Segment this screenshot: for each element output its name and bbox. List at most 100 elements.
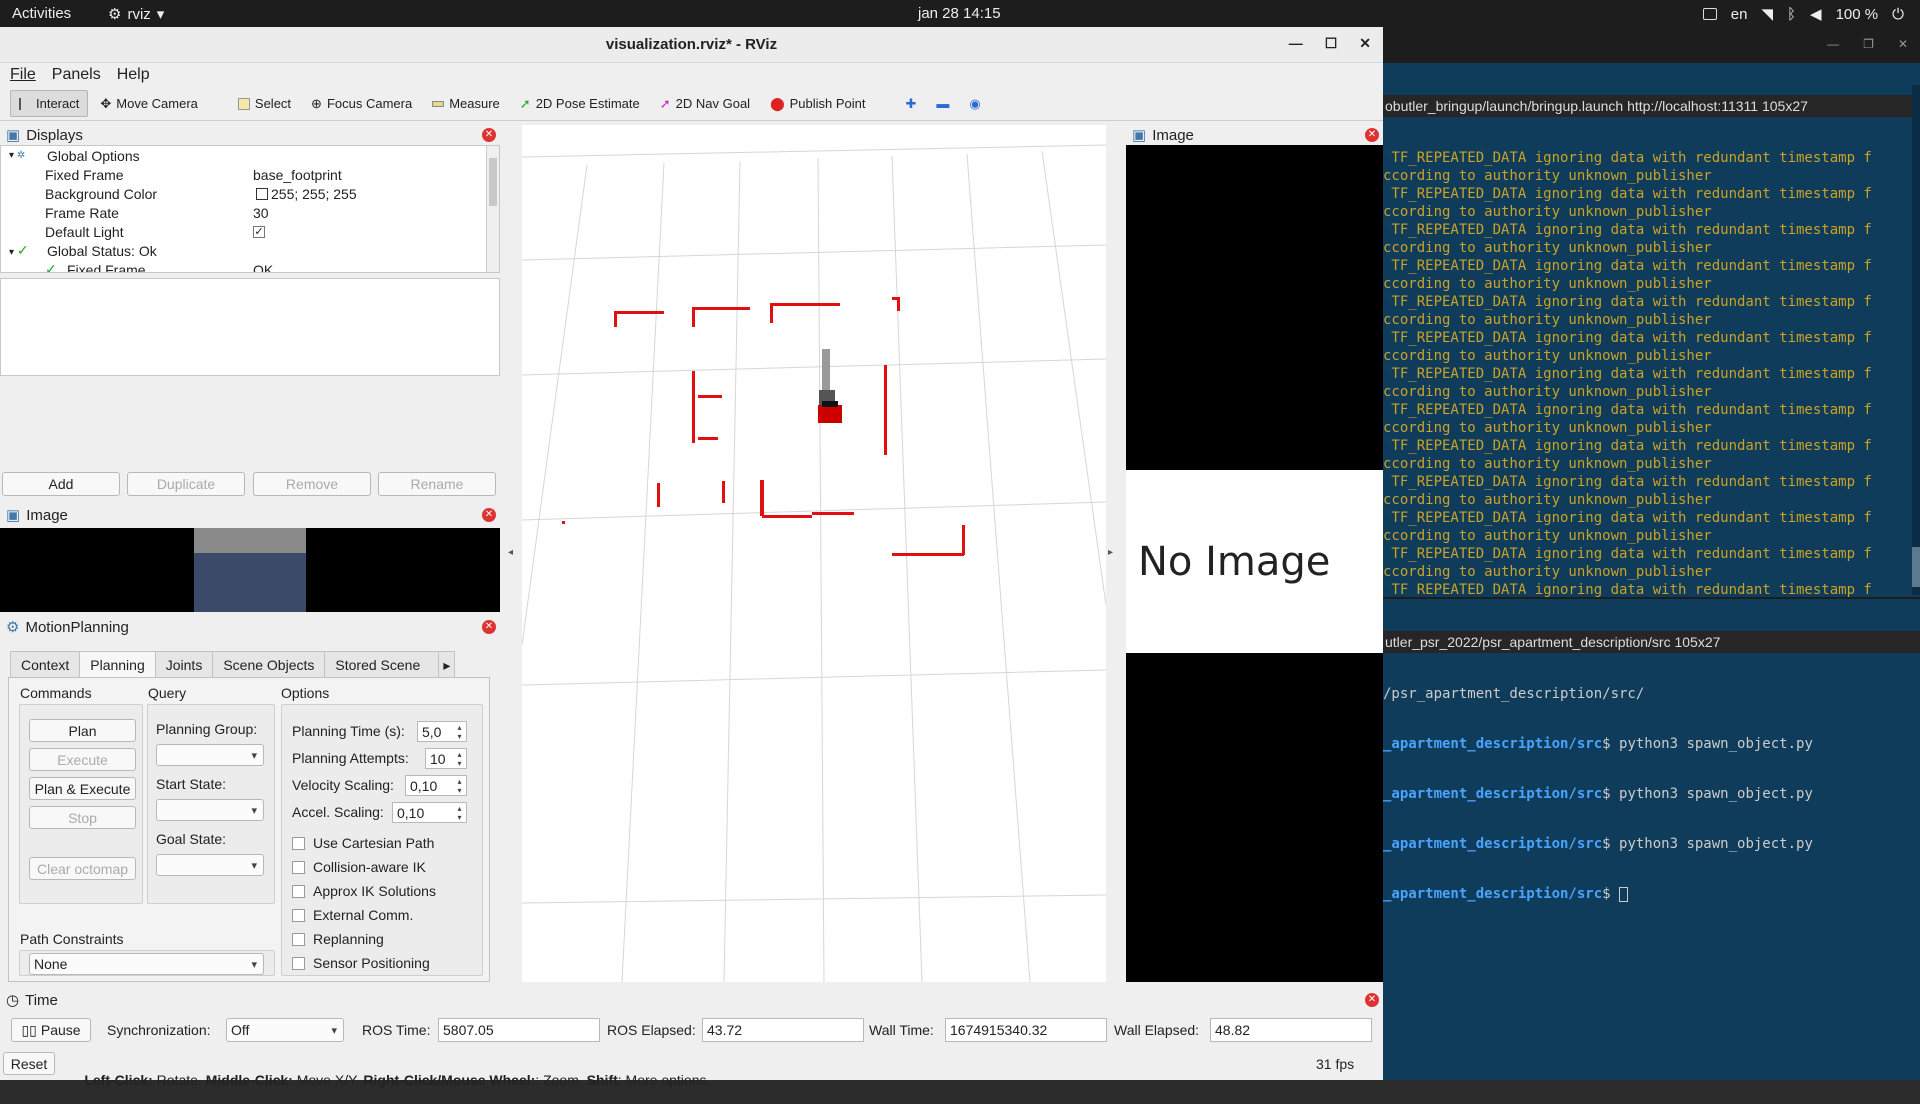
planning-time-spinbox[interactable]: 5,0 xyxy=(417,721,467,742)
tree-row[interactable]: Fixed Frame base_footprint xyxy=(1,165,499,184)
sync-select[interactable]: Off xyxy=(226,1018,344,1042)
tool-publish-point[interactable]: ⬤ Publish Point xyxy=(762,91,873,117)
color-swatch[interactable] xyxy=(256,187,268,200)
approx-ik-checkbox[interactable]: Approx IK Solutions xyxy=(292,883,436,899)
close-icon[interactable]: ✕ xyxy=(1359,35,1371,52)
ros-elapsed-field[interactable]: 43.72 xyxy=(702,1018,864,1042)
planning-group-select[interactable] xyxy=(156,744,264,766)
left-splitter-icon[interactable]: ◂ xyxy=(508,547,513,558)
collision-ik-checkbox[interactable]: Collision-aware IK xyxy=(292,859,426,875)
pane-title: obutler_bringup/launch/bringup.launch ht… xyxy=(1383,95,1920,117)
attempts-label: Planning Attempts: xyxy=(292,750,409,766)
tab-context[interactable]: Context xyxy=(10,651,81,679)
close-panel-icon[interactable]: ✕ xyxy=(1365,128,1379,142)
select-icon xyxy=(237,97,250,110)
system-tray[interactable]: en ◥ ᛒ ◀ 100 % ⏻ xyxy=(1702,5,1904,23)
restore-icon[interactable]: ❐ xyxy=(1863,37,1874,51)
wall-elapsed-field[interactable]: 48.82 xyxy=(1210,1018,1372,1042)
path-constraints-select[interactable]: None xyxy=(29,953,264,975)
ros-time-field[interactable]: 5807.05 xyxy=(438,1018,600,1042)
tab-scene-objects[interactable]: Scene Objects xyxy=(212,651,326,679)
wall-time-field[interactable]: 1674915340.32 xyxy=(945,1018,1107,1042)
app-menu[interactable]: ⚙ rviz ▾ xyxy=(108,5,164,24)
close-icon[interactable]: ✕ xyxy=(1898,37,1908,51)
tool-move-camera[interactable]: ✥ Move Camera xyxy=(92,91,206,117)
add-tool-icon[interactable]: ✚ xyxy=(898,91,925,117)
cartesian-path-checkbox[interactable]: Use Cartesian Path xyxy=(292,835,434,851)
tool-interact[interactable]: Interact xyxy=(10,90,89,117)
image-panel-large: ▣ Image ✕ xyxy=(1126,125,1383,145)
right-splitter-icon[interactable]: ▸ xyxy=(1108,547,1113,558)
tabs-scroll-right-icon[interactable]: ▸ xyxy=(438,651,456,679)
default-light-checkbox[interactable]: ✓ xyxy=(253,225,265,238)
velocity-spinbox[interactable]: 0,10 xyxy=(405,775,467,796)
image-large-header: ▣ Image ✕ xyxy=(1126,125,1383,145)
maximize-icon[interactable]: ☐ xyxy=(1325,35,1338,52)
clock[interactable]: jan 28 14:15 xyxy=(918,5,1001,22)
close-panel-icon[interactable]: ✕ xyxy=(482,508,496,522)
menu-help[interactable]: Help xyxy=(117,66,150,84)
terminal-pane-top[interactable]: obutler_bringup/launch/bringup.launch ht… xyxy=(1383,63,1920,597)
menu-file[interactable]: File xyxy=(10,66,36,84)
clear-octomap-button[interactable]: Clear octomap xyxy=(29,857,136,880)
start-state-label: Start State: xyxy=(156,776,227,792)
3d-viewport[interactable] xyxy=(522,125,1106,982)
tool-toolbar: Interact ✥ Move Camera Select ⊕ Focus Came… xyxy=(0,87,1383,121)
replanning-checkbox[interactable]: Replanning xyxy=(292,931,384,947)
activities-button[interactable]: Activities xyxy=(12,5,71,22)
close-panel-icon[interactable]: ✕ xyxy=(482,620,496,634)
tool-pose-estimate[interactable]: ➚ 2D Pose Estimate xyxy=(512,91,648,117)
duplicate-display-button[interactable]: Duplicate xyxy=(127,472,245,496)
sensor-positioning-checkbox[interactable]: Sensor Positioning xyxy=(292,955,430,971)
tree-row[interactable]: ▾ ✓ Global Status: Ok xyxy=(1,241,499,260)
terminal-pane-bottom[interactable]: utler_psr_2022/psr_apartment_description… xyxy=(1383,599,1920,1080)
plan-button[interactable]: Plan xyxy=(29,719,136,742)
add-display-button[interactable]: Add xyxy=(2,472,120,496)
plan-execute-button[interactable]: Plan & Execute xyxy=(29,777,136,800)
tree-row[interactable]: Frame Rate 30 xyxy=(1,203,499,222)
pause-button[interactable]: ▯▯ Pause xyxy=(11,1018,91,1042)
terminal-line: _apartment_description/src$ python3 spaw… xyxy=(1383,786,1813,802)
pane-title: utler_psr_2022/psr_apartment_description… xyxy=(1383,631,1920,653)
minimize-icon[interactable]: — xyxy=(1289,35,1303,52)
reset-button[interactable]: Reset xyxy=(3,1052,55,1075)
external-comm-checkbox[interactable]: External Comm. xyxy=(292,907,413,923)
tab-stored-scenes[interactable]: Stored Scene xyxy=(324,651,440,679)
time-header: ◷ Time ✕ xyxy=(0,990,1383,1010)
start-state-select[interactable] xyxy=(156,799,264,821)
close-panel-icon[interactable]: ✕ xyxy=(1365,993,1379,1007)
rename-display-button[interactable]: Rename xyxy=(378,472,496,496)
goal-state-select[interactable] xyxy=(156,854,264,876)
tab-planning[interactable]: Planning xyxy=(79,651,156,679)
attempts-spinbox[interactable]: 10 xyxy=(425,748,467,769)
lang-indicator[interactable]: en xyxy=(1731,6,1748,23)
accel-label: Accel. Scaling: xyxy=(292,804,384,820)
tree-row[interactable]: ✓ Fixed Frame OK xyxy=(1,260,499,272)
tree-row[interactable]: Default Light ✓ xyxy=(1,222,499,241)
tool-select[interactable]: Select xyxy=(230,91,299,116)
pause-icon: ▯▯ xyxy=(21,1021,37,1038)
render-canvas[interactable] xyxy=(522,125,1106,982)
terminal-titlebar[interactable]: — ❐ ✕ xyxy=(1383,27,1920,63)
log-line: ccording to authority unknown_publisher xyxy=(1383,492,1712,508)
remove-display-button[interactable]: Remove xyxy=(253,472,371,496)
menu-panels[interactable]: Panels xyxy=(52,66,101,84)
displays-tree[interactable]: ▾ ✲ Global Options Fixed Frame base_footpr… xyxy=(0,145,500,273)
accel-spinbox[interactable]: 0,10 xyxy=(392,802,467,823)
tree-row[interactable]: ▾ ✲ Global Options xyxy=(1,146,499,165)
tool-measure[interactable]: Measure xyxy=(424,91,508,116)
close-panel-icon[interactable]: ✕ xyxy=(482,128,496,142)
tool-nav-goal[interactable]: ➚ 2D Nav Goal xyxy=(652,91,758,117)
execute-button[interactable]: Execute xyxy=(29,748,136,771)
move-icon: ✥ xyxy=(100,95,112,111)
tree-scrollbar[interactable] xyxy=(486,146,499,272)
window-titlebar[interactable]: visualization.rviz* - RViz — ☐ ✕ xyxy=(0,27,1383,63)
tool-focus-camera[interactable]: ⊕ Focus Camera xyxy=(303,91,420,117)
stop-button[interactable]: Stop xyxy=(29,806,136,829)
remove-tool-icon[interactable]: ▬ xyxy=(928,91,957,116)
eye-icon[interactable]: ◉ xyxy=(961,91,988,117)
tab-joints[interactable]: Joints xyxy=(154,651,214,679)
tree-row[interactable]: Background Color 255; 255; 255 xyxy=(1,184,499,203)
terminal-scrollbar[interactable] xyxy=(1912,85,1920,595)
minimize-icon[interactable]: — xyxy=(1827,37,1839,51)
